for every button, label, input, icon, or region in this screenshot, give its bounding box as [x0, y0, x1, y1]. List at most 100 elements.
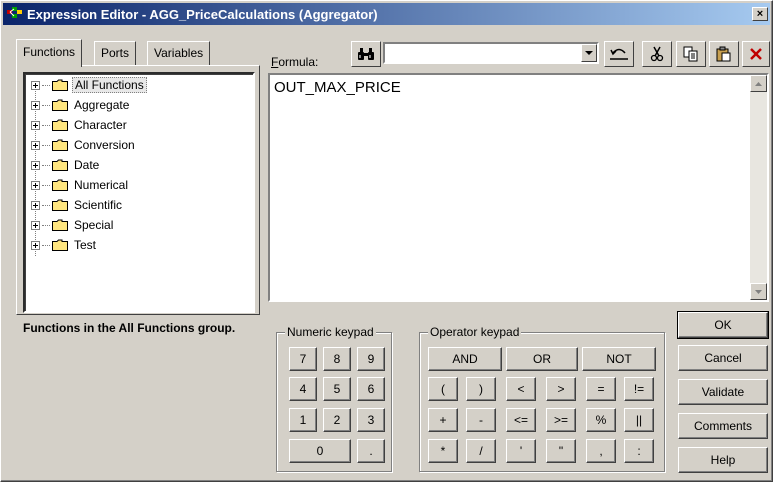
cancel-button[interactable]: Cancel	[678, 345, 768, 371]
tab-ports[interactable]: Ports	[94, 41, 137, 65]
comments-button[interactable]: Comments	[678, 413, 768, 439]
op-lparen-button[interactable]: (	[428, 377, 458, 401]
folder-icon	[52, 79, 68, 91]
key-4[interactable]: 4	[289, 377, 317, 401]
expand-icon[interactable]	[31, 140, 40, 150]
key-7[interactable]: 7	[289, 347, 317, 371]
tree-item-label: Scientific	[74, 198, 123, 212]
operator-keypad-legend: Operator keypad	[428, 325, 522, 339]
formula-vertical-scrollbar[interactable]	[750, 75, 767, 300]
tree-item-character[interactable]: Character	[31, 116, 129, 134]
expand-icon[interactable]	[31, 120, 40, 130]
tab-ports-label: Ports	[101, 46, 130, 60]
op-colon-button[interactable]: :	[624, 439, 654, 463]
tree-item-label: Test	[74, 238, 97, 252]
expand-icon[interactable]	[31, 100, 40, 110]
expand-icon[interactable]	[31, 240, 40, 250]
op-plus-button[interactable]: +	[428, 408, 458, 432]
key-8[interactable]: 8	[323, 347, 351, 371]
op-multiply-button[interactable]: *	[428, 439, 458, 463]
tree-dots	[42, 224, 50, 226]
folder-icon	[52, 139, 68, 151]
close-icon[interactable]: ×	[752, 7, 768, 21]
op-single-quote-button[interactable]: '	[506, 439, 536, 463]
tree-dots	[42, 104, 50, 106]
key-5[interactable]: 5	[323, 377, 351, 401]
key-0[interactable]: 0	[289, 439, 351, 463]
tree-dots	[42, 144, 50, 146]
key-1[interactable]: 1	[289, 408, 317, 432]
op-not-button[interactable]: NOT	[582, 347, 656, 371]
expand-icon[interactable]	[31, 220, 40, 230]
tab-functions[interactable]: Functions	[16, 39, 83, 67]
key-9[interactable]: 9	[357, 347, 385, 371]
expression-editor-dialog: Expression Editor - AGG_PriceCalculation…	[0, 0, 773, 482]
op-and-button[interactable]: AND	[428, 347, 502, 371]
tree-item-label: All Functions	[72, 77, 147, 93]
key-decimal[interactable]: .	[357, 439, 385, 463]
formula-editor[interactable]: OUT_MAX_PRICE	[268, 73, 769, 302]
tree-item-label: Date	[74, 158, 100, 172]
cut-button[interactable]	[642, 41, 672, 67]
op-eq-button[interactable]: =	[586, 377, 616, 401]
tree-item-special[interactable]: Special	[31, 216, 115, 234]
scroll-up-icon[interactable]	[750, 75, 767, 92]
op-concat-button[interactable]: ||	[624, 408, 654, 432]
find-button[interactable]	[351, 41, 381, 67]
copy-button[interactable]	[676, 41, 706, 67]
op-gt-button[interactable]: >	[546, 377, 576, 401]
op-gte-button[interactable]: >=	[546, 408, 576, 432]
binoculars-icon	[358, 48, 374, 60]
tree-item-scientific[interactable]: Scientific	[31, 196, 124, 214]
tree-item-test[interactable]: Test	[31, 236, 98, 254]
tree-item-label: Special	[74, 218, 114, 232]
app-icon	[7, 7, 23, 21]
tab-variables-label: Variables	[154, 46, 204, 60]
copy-icon	[683, 46, 698, 62]
key-2[interactable]: 2	[323, 408, 351, 432]
op-double-quote-button[interactable]: "	[546, 439, 576, 463]
title-bar[interactable]: Expression Editor - AGG_PriceCalculation…	[3, 3, 770, 25]
tree-dots	[42, 84, 50, 86]
key-6[interactable]: 6	[357, 377, 385, 401]
undo-button[interactable]	[604, 41, 634, 67]
paste-button[interactable]	[709, 41, 739, 67]
tree-dots	[42, 204, 50, 206]
scissors-icon	[650, 46, 664, 62]
op-rparen-button[interactable]: )	[466, 377, 496, 401]
tree-item-numerical[interactable]: Numerical	[31, 176, 130, 194]
tab-functions-label: Functions	[23, 45, 76, 59]
op-or-button[interactable]: OR	[506, 347, 578, 371]
ok-button[interactable]: OK	[677, 311, 769, 339]
help-button[interactable]: Help	[678, 447, 768, 473]
tree-item-aggregate[interactable]: Aggregate	[31, 96, 131, 114]
tree-item-date[interactable]: Date	[31, 156, 101, 174]
key-3[interactable]: 3	[357, 408, 385, 432]
op-divide-button[interactable]: /	[466, 439, 496, 463]
tree-item-label: Numerical	[74, 178, 129, 192]
op-lt-button[interactable]: <	[506, 377, 536, 401]
validate-button[interactable]: Validate	[678, 379, 768, 405]
expand-icon[interactable]	[31, 180, 40, 190]
tree-item-all-functions[interactable]: All Functions	[31, 76, 147, 94]
function-group-description: Functions in the All Functions group.	[23, 321, 236, 335]
folder-icon	[52, 119, 68, 131]
expand-icon[interactable]	[31, 200, 40, 210]
expand-icon[interactable]	[31, 80, 40, 90]
delete-button[interactable]	[742, 41, 770, 67]
op-lte-button[interactable]: <=	[506, 408, 536, 432]
op-comma-button[interactable]: ,	[586, 439, 616, 463]
expand-icon[interactable]	[31, 160, 40, 170]
chevron-down-icon[interactable]	[581, 44, 597, 62]
scroll-down-icon[interactable]	[750, 283, 767, 300]
find-combobox[interactable]	[383, 42, 599, 64]
op-modulo-button[interactable]: %	[586, 408, 616, 432]
tree-item-label: Character	[74, 118, 127, 132]
tree-item-conversion[interactable]: Conversion	[31, 136, 137, 154]
folder-icon	[52, 99, 68, 111]
tab-variables[interactable]: Variables	[147, 41, 211, 65]
function-tree[interactable]: All Functions Aggregate Character Conver…	[23, 72, 255, 313]
op-neq-button[interactable]: !=	[624, 377, 654, 401]
tree-dots	[42, 164, 50, 166]
op-minus-button[interactable]: -	[466, 408, 496, 432]
